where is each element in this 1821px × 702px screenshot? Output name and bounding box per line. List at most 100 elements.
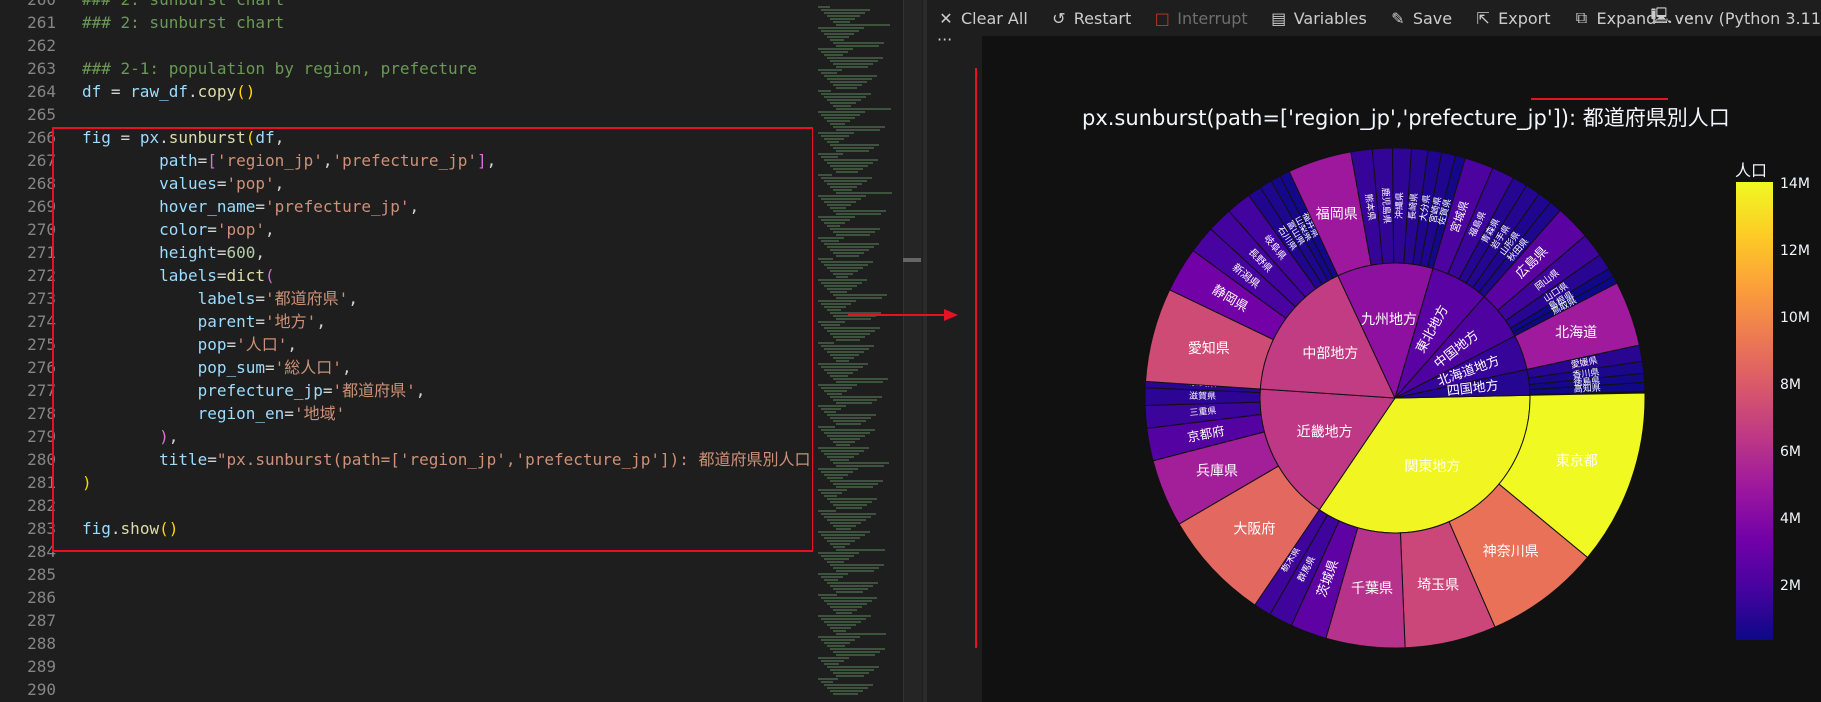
minimap-row [836, 213, 881, 215]
line-number: 287 [27, 611, 56, 630]
line-number: 285 [27, 565, 56, 584]
minimap-row [827, 498, 877, 500]
colorbar-tick-label: 10M [1780, 310, 1810, 326]
minimap-row [830, 501, 872, 503]
minimap-row [833, 630, 846, 632]
minimap-row [836, 339, 860, 341]
code-line[interactable]: 260 ### 2: sunburst chart [0, 0, 284, 11]
minimap-row [827, 330, 875, 332]
minimap-row [824, 285, 857, 287]
colorbar-tick-label: 2M [1780, 578, 1801, 594]
kernel-selector[interactable]: 🖳 venv (Python 3.11 [1651, 0, 1821, 36]
minimap-row [836, 549, 885, 551]
minimap-row [824, 159, 878, 161]
code-line[interactable]: 286 [0, 586, 82, 609]
minimap-row [833, 168, 863, 170]
minimap-row [821, 135, 849, 137]
minimap-row [827, 561, 844, 563]
minimap-row [833, 609, 857, 611]
minimap-row [824, 432, 870, 434]
minimap-row [836, 129, 880, 131]
code-line[interactable]: 287 [0, 609, 82, 632]
minimap-row [824, 12, 865, 14]
minimap-row [818, 636, 860, 638]
minimap-row [833, 273, 853, 275]
minimap-row [818, 615, 871, 617]
code-line[interactable]: 289 [0, 655, 82, 678]
minimap-row [821, 429, 875, 431]
minimap-row [818, 132, 854, 134]
minimap-row [833, 504, 867, 506]
minimap-row [830, 396, 882, 398]
minimap-row [836, 507, 862, 509]
minimap-row [824, 684, 873, 686]
minimap-row [830, 270, 858, 272]
code-line[interactable]: 288 [0, 632, 82, 655]
export-button[interactable]: ⇱ Export [1474, 9, 1550, 28]
minimap-row [818, 111, 865, 113]
minimap-row [824, 474, 848, 476]
interrupt-button[interactable]: □ Interrupt [1153, 9, 1248, 28]
minimap-row [824, 579, 838, 581]
editor-scrollbar[interactable] [903, 0, 922, 702]
clear-all-button[interactable]: ✕ Clear All [937, 8, 1028, 28]
minimap-row [821, 660, 844, 662]
clear-all-label: Clear All [961, 8, 1028, 28]
code-line[interactable]: 290 [0, 678, 82, 701]
minimap-row [827, 645, 845, 647]
minimap-row [824, 327, 880, 329]
cell-output: px.sunburst(path=['region_jp','prefectur… [982, 36, 1821, 702]
code-line[interactable]: 265 [0, 103, 82, 126]
minimap-row [827, 99, 861, 101]
minimap-row [830, 543, 850, 545]
line-number: 273 [27, 289, 56, 308]
minimap-row [821, 156, 838, 158]
minimap-row [827, 288, 852, 290]
minimap-row [830, 669, 874, 671]
line-number: 260 [0, 0, 56, 11]
minimap-row [827, 540, 855, 542]
kernel-icon: 🖳 [1650, 5, 1672, 25]
code-line[interactable]: 264 df = raw_df.copy() [0, 80, 255, 103]
minimap-row [830, 690, 863, 692]
colorbar-tick-label: 14M [1780, 176, 1810, 192]
code-line[interactable]: 262 [0, 34, 82, 57]
line-number: 267 [27, 151, 56, 170]
scrollbar-thumb[interactable] [903, 258, 921, 262]
minimap-row [821, 408, 841, 410]
minimap-row [821, 51, 848, 53]
minimap-row [818, 321, 845, 323]
minimap-row [830, 102, 856, 104]
minimap-row [827, 204, 851, 206]
minimap-row [827, 162, 873, 164]
minimap-row [821, 261, 873, 263]
code-line[interactable]: 263 ### 2-1: population by region, prefec… [0, 57, 477, 80]
minimap-row [827, 78, 872, 80]
minimap-row [836, 633, 886, 635]
minimap-row [824, 117, 855, 119]
minimap-row [821, 681, 833, 683]
variables-button[interactable]: ▤ Variables [1270, 9, 1367, 28]
colorbar-title: 人口 [1735, 161, 1768, 180]
minimap-row [836, 528, 851, 530]
minimap-row [821, 492, 842, 494]
minimap-row [824, 390, 847, 392]
minimap-row [824, 453, 859, 455]
minimap-row [827, 603, 867, 605]
minimap-row [830, 60, 878, 62]
minimap-row [830, 375, 848, 377]
minimap-row [821, 450, 864, 452]
minimap-row [827, 393, 842, 395]
save-button[interactable]: ✎ Save [1389, 9, 1452, 28]
line-number: 264 [27, 82, 56, 101]
minimap-row [827, 519, 866, 521]
minimap-row [833, 189, 852, 191]
expand-button[interactable]: ⧉ Expand [1572, 8, 1657, 28]
cell-more-icon[interactable]: ··· [937, 30, 952, 49]
code-text: ### 2-1: population by region, prefectur… [82, 59, 477, 78]
restart-button[interactable]: ↺ Restart [1050, 9, 1131, 28]
code-line[interactable]: 285 [0, 563, 82, 586]
minimap-row [818, 594, 837, 596]
code-line[interactable]: 261 ### 2: sunburst chart [0, 11, 284, 34]
minimap-row [821, 471, 853, 473]
